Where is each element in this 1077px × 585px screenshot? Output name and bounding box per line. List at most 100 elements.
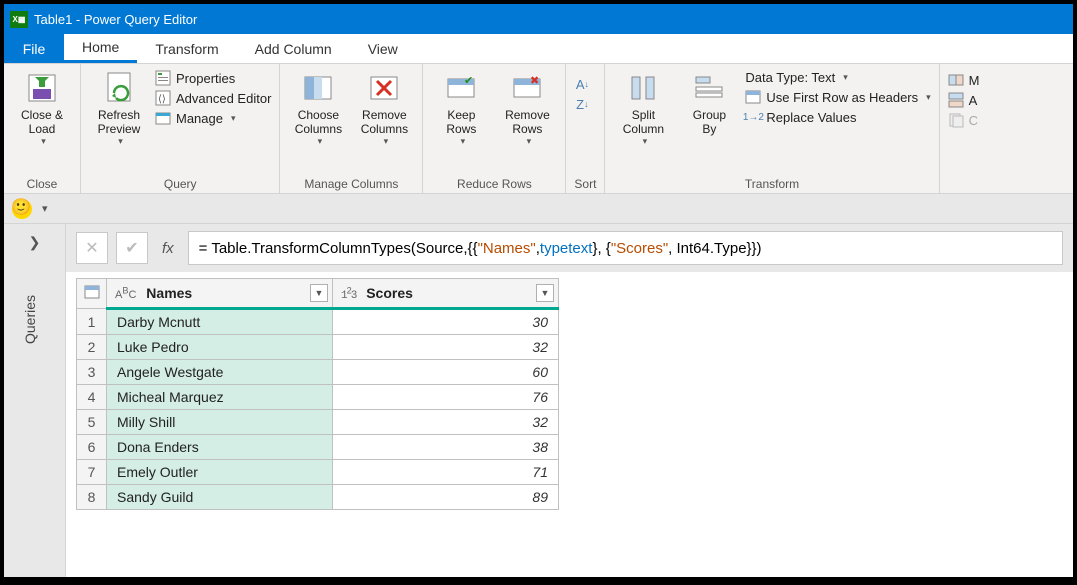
formula-input[interactable]: = Table.TransformColumnTypes(Source,{{"N… xyxy=(188,231,1063,265)
append-queries-button[interactable]: A xyxy=(948,92,980,108)
remove-columns-button[interactable]: Remove Columns xyxy=(354,68,414,147)
cell-name[interactable]: Dona Enders xyxy=(107,435,333,460)
manage-icon xyxy=(155,110,171,126)
group-transform: Split Column Group By Data Type: Text Us… xyxy=(605,64,939,193)
svg-text:✔: ✔ xyxy=(464,75,473,87)
table-row[interactable]: 8Sandy Guild89 xyxy=(77,485,559,510)
row-number[interactable]: 8 xyxy=(77,485,107,510)
view-tab[interactable]: View xyxy=(350,34,416,63)
sort-asc-button[interactable]: A↓ xyxy=(574,76,590,92)
table-row[interactable]: 1Darby Mcnutt30 xyxy=(77,309,559,335)
fx-icon: fx xyxy=(162,240,174,257)
choose-columns-button[interactable]: Choose Columns xyxy=(288,68,348,147)
remove-columns-icon xyxy=(366,70,402,106)
cell-score[interactable]: 71 xyxy=(333,460,559,485)
row-number[interactable]: 4 xyxy=(77,385,107,410)
file-tab[interactable]: File xyxy=(4,34,64,63)
split-column-icon xyxy=(625,70,661,106)
qat-dropdown[interactable]: ▾ xyxy=(42,202,48,215)
replace-values-button[interactable]: 1→2 Replace Values xyxy=(745,109,930,125)
cell-name[interactable]: Luke Pedro xyxy=(107,335,333,360)
keep-rows-icon: ✔ xyxy=(443,70,479,106)
smiley-icon[interactable] xyxy=(12,199,32,219)
sort-asc-icon: A↓ xyxy=(574,76,590,92)
row-number[interactable]: 7 xyxy=(77,460,107,485)
row-number[interactable]: 5 xyxy=(77,410,107,435)
formula-bar: ✕ ✔ fx = Table.TransformColumnTypes(Sour… xyxy=(66,224,1073,272)
content-area: ❯ Queries ✕ ✔ fx = Table.TransformColumn… xyxy=(4,224,1073,577)
manage-button[interactable]: Manage xyxy=(155,110,271,126)
split-column-button[interactable]: Split Column xyxy=(613,68,673,147)
filter-scores-button[interactable]: ▼ xyxy=(536,284,554,302)
refresh-icon xyxy=(101,70,137,106)
formula-cancel-button[interactable]: ✕ xyxy=(76,232,108,264)
window-title: Table1 - Power Query Editor xyxy=(34,12,197,27)
table-row[interactable]: 4Micheal Marquez76 xyxy=(77,385,559,410)
row-number[interactable]: 1 xyxy=(77,309,107,335)
cell-score[interactable]: 32 xyxy=(333,410,559,435)
table-row[interactable]: 7Emely Outler71 xyxy=(77,460,559,485)
power-query-window: X▦ Table1 - Power Query Editor File Home… xyxy=(4,4,1073,577)
filter-names-button[interactable]: ▼ xyxy=(310,284,328,302)
row-number[interactable]: 6 xyxy=(77,435,107,460)
refresh-preview-button[interactable]: Refresh Preview xyxy=(89,68,149,147)
remove-rows-icon: ✖ xyxy=(509,70,545,106)
data-grid[interactable]: ABC Names ▼ 123 Scores ▼ 1Darby Mcnutt30… xyxy=(76,278,559,510)
ribbon-tabs: File Home Transform Add Column View xyxy=(4,34,1073,64)
row-number[interactable]: 3 xyxy=(77,360,107,385)
keep-rows-button[interactable]: ✔ Keep Rows xyxy=(431,68,491,147)
home-tab[interactable]: Home xyxy=(64,34,137,63)
table-row[interactable]: 3Angele Westgate60 xyxy=(77,360,559,385)
cell-name[interactable]: Milly Shill xyxy=(107,410,333,435)
excel-icon: X▦ xyxy=(10,11,28,28)
cell-score[interactable]: 32 xyxy=(333,335,559,360)
append-icon xyxy=(948,92,964,108)
advanced-editor-button[interactable]: ⟨⟩ Advanced Editor xyxy=(155,90,271,106)
merge-icon xyxy=(948,72,964,88)
cell-score[interactable]: 38 xyxy=(333,435,559,460)
column-header-scores[interactable]: 123 Scores ▼ xyxy=(333,279,559,309)
headers-icon xyxy=(745,89,761,105)
sort-desc-button[interactable]: Z↓ xyxy=(574,96,590,112)
table-row[interactable]: 5Milly Shill32 xyxy=(77,410,559,435)
cell-name[interactable]: Emely Outler xyxy=(107,460,333,485)
formula-confirm-button[interactable]: ✔ xyxy=(116,232,148,264)
select-all-corner[interactable] xyxy=(77,279,107,309)
remove-rows-button[interactable]: ✖ Remove Rows xyxy=(497,68,557,147)
cell-score[interactable]: 76 xyxy=(333,385,559,410)
column-header-names[interactable]: ABC Names ▼ xyxy=(107,279,333,309)
group-close: Close & Load Close xyxy=(4,64,81,193)
properties-button[interactable]: Properties xyxy=(155,70,271,86)
cell-name[interactable]: Angele Westgate xyxy=(107,360,333,385)
close-and-load-button[interactable]: Close & Load xyxy=(12,68,72,147)
combine-icon xyxy=(948,112,964,128)
group-reduce-rows: ✔ Keep Rows ✖ Remove Rows Reduce Rows xyxy=(423,64,566,193)
text-type-icon: ABC xyxy=(115,289,136,301)
row-number[interactable]: 2 xyxy=(77,335,107,360)
svg-text:✖: ✖ xyxy=(530,75,539,87)
merge-queries-button[interactable]: M xyxy=(948,72,980,88)
cell-score[interactable]: 89 xyxy=(333,485,559,510)
table-row[interactable]: 6Dona Enders38 xyxy=(77,435,559,460)
close-load-icon xyxy=(24,70,60,106)
queries-pane[interactable]: ❯ Queries xyxy=(4,224,66,577)
sort-desc-icon: Z↓ xyxy=(574,96,590,112)
group-by-button[interactable]: Group By xyxy=(679,68,739,136)
ribbon: Close & Load Close Refresh Preview Prope… xyxy=(4,64,1073,194)
main-area: ✕ ✔ fx = Table.TransformColumnTypes(Sour… xyxy=(66,224,1073,577)
cell-name[interactable]: Sandy Guild xyxy=(107,485,333,510)
transform-tab[interactable]: Transform xyxy=(137,34,236,63)
title-bar: X▦ Table1 - Power Query Editor xyxy=(4,4,1073,34)
cell-name[interactable]: Darby Mcnutt xyxy=(107,309,333,335)
svg-text:⟨⟩: ⟨⟩ xyxy=(158,94,166,105)
expand-queries-chevron-icon[interactable]: ❯ xyxy=(4,224,65,251)
combine-files-button[interactable]: C xyxy=(948,112,980,128)
cell-score[interactable]: 60 xyxy=(333,360,559,385)
first-row-headers-button[interactable]: Use First Row as Headers xyxy=(745,89,930,105)
data-type-button[interactable]: Data Type: Text xyxy=(745,70,930,85)
cell-name[interactable]: Micheal Marquez xyxy=(107,385,333,410)
add-column-tab[interactable]: Add Column xyxy=(237,34,350,63)
cell-score[interactable]: 30 xyxy=(333,309,559,335)
table-row[interactable]: 2Luke Pedro32 xyxy=(77,335,559,360)
replace-icon: 1→2 xyxy=(745,109,761,125)
